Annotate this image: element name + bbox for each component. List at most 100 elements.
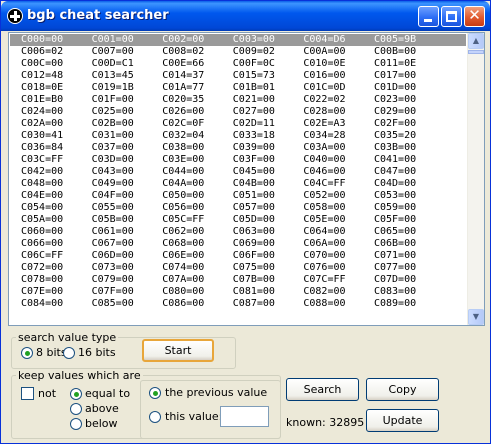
memory-cell[interactable]: C02B=00 <box>81 118 152 130</box>
memory-cell[interactable]: C07E=00 <box>10 286 81 298</box>
memory-cell[interactable]: C077=00 <box>363 262 434 274</box>
memory-cell[interactable]: C084=00 <box>10 298 81 310</box>
memory-cell[interactable]: C017=00 <box>363 70 434 82</box>
memory-cell[interactable]: C02A=00 <box>10 118 81 130</box>
memory-cell[interactable]: C04F=00 <box>81 190 152 202</box>
memory-cell[interactable]: C024=00 <box>10 106 81 118</box>
memory-cell[interactable]: C001=00 <box>81 34 152 46</box>
radio-8bits-label[interactable]: 8 bits <box>36 346 67 359</box>
memory-cell[interactable]: C01D=00 <box>363 82 434 94</box>
memory-cell[interactable]: C051=00 <box>222 190 293 202</box>
table-row[interactable]: C060=00 C061=00 C062=00 C063=00 C064=00 C065=… <box>10 226 466 238</box>
radio-16bits-label[interactable]: 16 bits <box>78 346 116 359</box>
memory-cell[interactable]: C07A=00 <box>151 274 222 286</box>
table-row[interactable]: C07E=00 C07F=00 C080=00 C081=00 C082=00 C083=… <box>10 286 466 298</box>
memory-cell[interactable]: C03B=00 <box>363 142 434 154</box>
memory-cell[interactable]: C039=00 <box>222 142 293 154</box>
memory-cell[interactable]: C004=D6 <box>292 34 363 46</box>
memory-cell[interactable]: C064=00 <box>292 226 363 238</box>
memory-cell[interactable]: C05A=00 <box>10 214 81 226</box>
memory-cell[interactable]: C023=00 <box>363 94 434 106</box>
memory-cell[interactable]: C059=00 <box>363 202 434 214</box>
memory-cell[interactable]: C006=02 <box>10 46 81 58</box>
memory-cell[interactable]: C025=00 <box>81 106 152 118</box>
memory-cell[interactable]: C008=02 <box>151 46 222 58</box>
memory-cell[interactable]: C034=28 <box>292 130 363 142</box>
memory-cell[interactable]: C046=00 <box>292 166 363 178</box>
memory-cell[interactable]: C079=00 <box>81 274 152 286</box>
memory-cell[interactable]: C02C=0F <box>151 118 222 130</box>
memory-cell[interactable]: C056=00 <box>151 202 222 214</box>
memory-cell[interactable]: C00C=00 <box>10 58 81 70</box>
table-row[interactable]: C066=00 C067=00 C068=00 C069=00 C06A=00 C06B=… <box>10 238 466 250</box>
memory-cell[interactable]: C081=00 <box>222 286 293 298</box>
memory-cell[interactable]: C057=00 <box>222 202 293 214</box>
vertical-scrollbar[interactable]: ▲ ▼ <box>467 33 484 325</box>
start-button[interactable]: Start <box>142 339 214 362</box>
memory-cell[interactable]: C087=00 <box>222 298 293 310</box>
memory-cell[interactable]: C027=00 <box>222 106 293 118</box>
table-row[interactable]: C030=41 C031=00 C032=04 C033=18 C034=28 C035=… <box>10 130 466 142</box>
memory-cell[interactable]: C042=00 <box>10 166 81 178</box>
memory-cell[interactable]: C049=00 <box>81 178 152 190</box>
table-row[interactable]: C012=48 C013=45 C014=37 C015=73 C016=00 C017=… <box>10 70 466 82</box>
memory-cell[interactable]: C082=00 <box>292 286 363 298</box>
memory-cell[interactable]: C070=00 <box>292 250 363 262</box>
memory-cell[interactable]: C02F=00 <box>363 118 434 130</box>
memory-cell[interactable]: C054=00 <box>10 202 81 214</box>
memory-cell[interactable]: C03C=FF <box>10 154 81 166</box>
memory-cell[interactable]: C076=00 <box>292 262 363 274</box>
radio-above-label[interactable]: above <box>85 402 119 415</box>
memory-cell[interactable]: C035=20 <box>363 130 434 142</box>
memory-cell[interactable]: C021=00 <box>222 94 293 106</box>
scroll-thumb[interactable] <box>468 50 484 54</box>
memory-cell[interactable]: C00F=0C <box>222 58 293 70</box>
memory-cell[interactable]: C058=00 <box>292 202 363 214</box>
memory-cell[interactable]: C026=00 <box>151 106 222 118</box>
memory-cell[interactable]: C000=00 <box>10 34 81 46</box>
memory-cell[interactable]: C00E=66 <box>151 58 222 70</box>
scroll-down-button[interactable]: ▼ <box>468 309 484 325</box>
memory-cell[interactable]: C040=00 <box>292 154 363 166</box>
radio-previous-value-label[interactable]: the previous value <box>165 386 267 399</box>
radio-above[interactable] <box>70 403 82 415</box>
radio-below[interactable] <box>70 418 82 430</box>
memory-cell[interactable]: C02D=11 <box>222 118 293 130</box>
table-row[interactable]: C006=02 C007=00 C008=02 C009=02 C00A=00 C00B=… <box>10 46 466 58</box>
memory-cell[interactable]: C01A=77 <box>151 82 222 94</box>
memory-cell[interactable]: C029=00 <box>363 106 434 118</box>
table-row[interactable]: C04E=00 C04F=00 C050=00 C051=00 C052=00 C053=… <box>10 190 466 202</box>
memory-cell[interactable]: C019=1B <box>81 82 152 94</box>
memory-cell[interactable]: C05D=00 <box>222 214 293 226</box>
memory-cell[interactable]: C007=00 <box>81 46 152 58</box>
radio-this-value-label[interactable]: this value: <box>165 410 222 423</box>
memory-cell[interactable]: C06C=FF <box>10 250 81 262</box>
memory-cell[interactable]: C06E=00 <box>151 250 222 262</box>
memory-cell[interactable]: C075=00 <box>222 262 293 274</box>
memory-cell[interactable]: C012=48 <box>10 70 81 82</box>
table-row[interactable]: C042=00 C043=00 C044=00 C045=00 C046=00 C047=… <box>10 166 466 178</box>
table-row[interactable]: C05A=00 C05B=00 C05C=FF C05D=00 C05E=00 C05F=… <box>10 214 466 226</box>
table-row[interactable]: C06C=FF C06D=00 C06E=00 C06F=00 C070=00 C071=… <box>10 250 466 262</box>
radio-below-label[interactable]: below <box>85 417 118 430</box>
memory-cell[interactable]: C009=02 <box>222 46 293 58</box>
memory-cell[interactable]: C078=00 <box>10 274 81 286</box>
memory-cell[interactable]: C011=0E <box>363 58 434 70</box>
scroll-up-button[interactable]: ▲ <box>468 33 484 49</box>
memory-cell[interactable]: C061=00 <box>81 226 152 238</box>
memory-cell[interactable]: C060=00 <box>10 226 81 238</box>
memory-cell[interactable]: C07F=00 <box>81 286 152 298</box>
memory-cell[interactable]: C05B=00 <box>81 214 152 226</box>
memory-cell[interactable]: C071=00 <box>363 250 434 262</box>
memory-cell[interactable]: C003=00 <box>222 34 293 46</box>
memory-cell[interactable]: C05C=FF <box>151 214 222 226</box>
radio-equal-to-label[interactable]: equal to <box>85 387 130 400</box>
table-row[interactable]: C036=84 C037=00 C038=00 C039=00 C03A=00 C03B=… <box>10 142 466 154</box>
memory-cell[interactable]: C080=00 <box>151 286 222 298</box>
memory-cell[interactable]: C031=00 <box>81 130 152 142</box>
memory-cell[interactable]: C04E=00 <box>10 190 81 202</box>
memory-cell[interactable]: C089=00 <box>363 298 434 310</box>
memory-cell[interactable]: C088=00 <box>292 298 363 310</box>
memory-cell[interactable]: C044=00 <box>151 166 222 178</box>
memory-cell[interactable]: C03A=00 <box>292 142 363 154</box>
